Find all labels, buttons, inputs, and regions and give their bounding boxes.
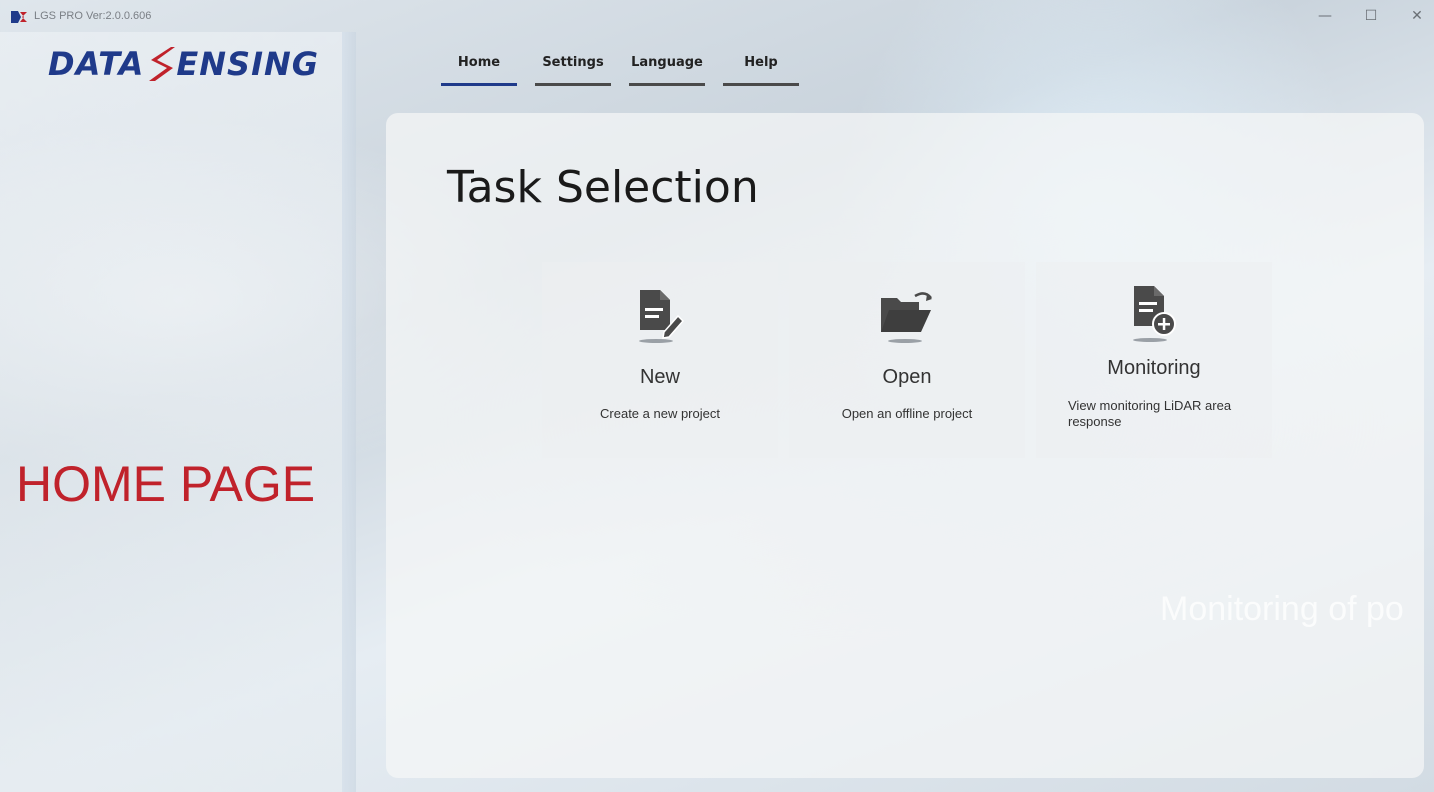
sidebar-divider bbox=[342, 32, 356, 792]
tab-language-label: Language bbox=[631, 55, 703, 70]
tab-home-label: Home bbox=[457, 55, 501, 70]
tab-settings-underline bbox=[535, 83, 611, 86]
app-identity: LGS PRO Ver:2.0.0.606 bbox=[10, 9, 151, 23]
datasensing-logo: DATA ENSING bbox=[48, 44, 319, 84]
close-button[interactable]: ✕ bbox=[1394, 0, 1434, 32]
tab-help[interactable]: Help bbox=[723, 52, 799, 86]
top-nav: Home Settings Language Help bbox=[441, 52, 799, 86]
open-project-card[interactable]: Open Open an offline project bbox=[789, 262, 1025, 458]
tab-help-label: Help bbox=[744, 55, 778, 70]
app-title: LGS PRO Ver:2.0.0.606 bbox=[34, 10, 152, 22]
tab-language-underline bbox=[629, 83, 705, 86]
logo-s-mark-icon bbox=[145, 43, 176, 85]
sidebar bbox=[0, 32, 342, 792]
folder-open-icon bbox=[881, 286, 933, 344]
tab-help-underline bbox=[723, 83, 799, 86]
window-controls: — ☐ ✕ bbox=[1302, 0, 1434, 32]
new-card-description: Create a new project bbox=[600, 406, 720, 421]
logo-text-left: DATA bbox=[48, 45, 145, 83]
monitoring-card-title: Monitoring bbox=[1107, 357, 1201, 379]
open-card-title: Open bbox=[882, 366, 932, 388]
logo-text-right: ENSING bbox=[176, 45, 320, 83]
page-title: Task Selection bbox=[447, 162, 759, 213]
monitoring-card-description: View monitoring LiDAR area response bbox=[1068, 398, 1232, 430]
tab-home-underline bbox=[441, 83, 517, 86]
tab-settings[interactable]: Settings bbox=[535, 52, 611, 86]
new-project-card[interactable]: New Create a new project bbox=[542, 262, 778, 458]
maximize-button[interactable]: ☐ bbox=[1348, 0, 1394, 32]
app-logo-icon bbox=[10, 9, 28, 23]
home-page-label: HOME PAGE bbox=[16, 456, 316, 512]
title-bar: LGS PRO Ver:2.0.0.606 — ☐ ✕ bbox=[0, 0, 1434, 32]
tab-home[interactable]: Home bbox=[441, 52, 517, 86]
tab-settings-label: Settings bbox=[542, 55, 604, 70]
tab-language[interactable]: Language bbox=[629, 52, 705, 86]
new-card-title: New bbox=[639, 366, 680, 388]
document-add-icon bbox=[1128, 286, 1180, 344]
monitoring-card[interactable]: Monitoring View monitoring LiDAR area re… bbox=[1036, 262, 1272, 458]
minimize-button[interactable]: — bbox=[1302, 0, 1348, 32]
new-document-icon bbox=[634, 286, 686, 344]
open-card-description: Open an offline project bbox=[841, 406, 973, 421]
background-caption: Monitoring of po bbox=[1160, 590, 1404, 628]
